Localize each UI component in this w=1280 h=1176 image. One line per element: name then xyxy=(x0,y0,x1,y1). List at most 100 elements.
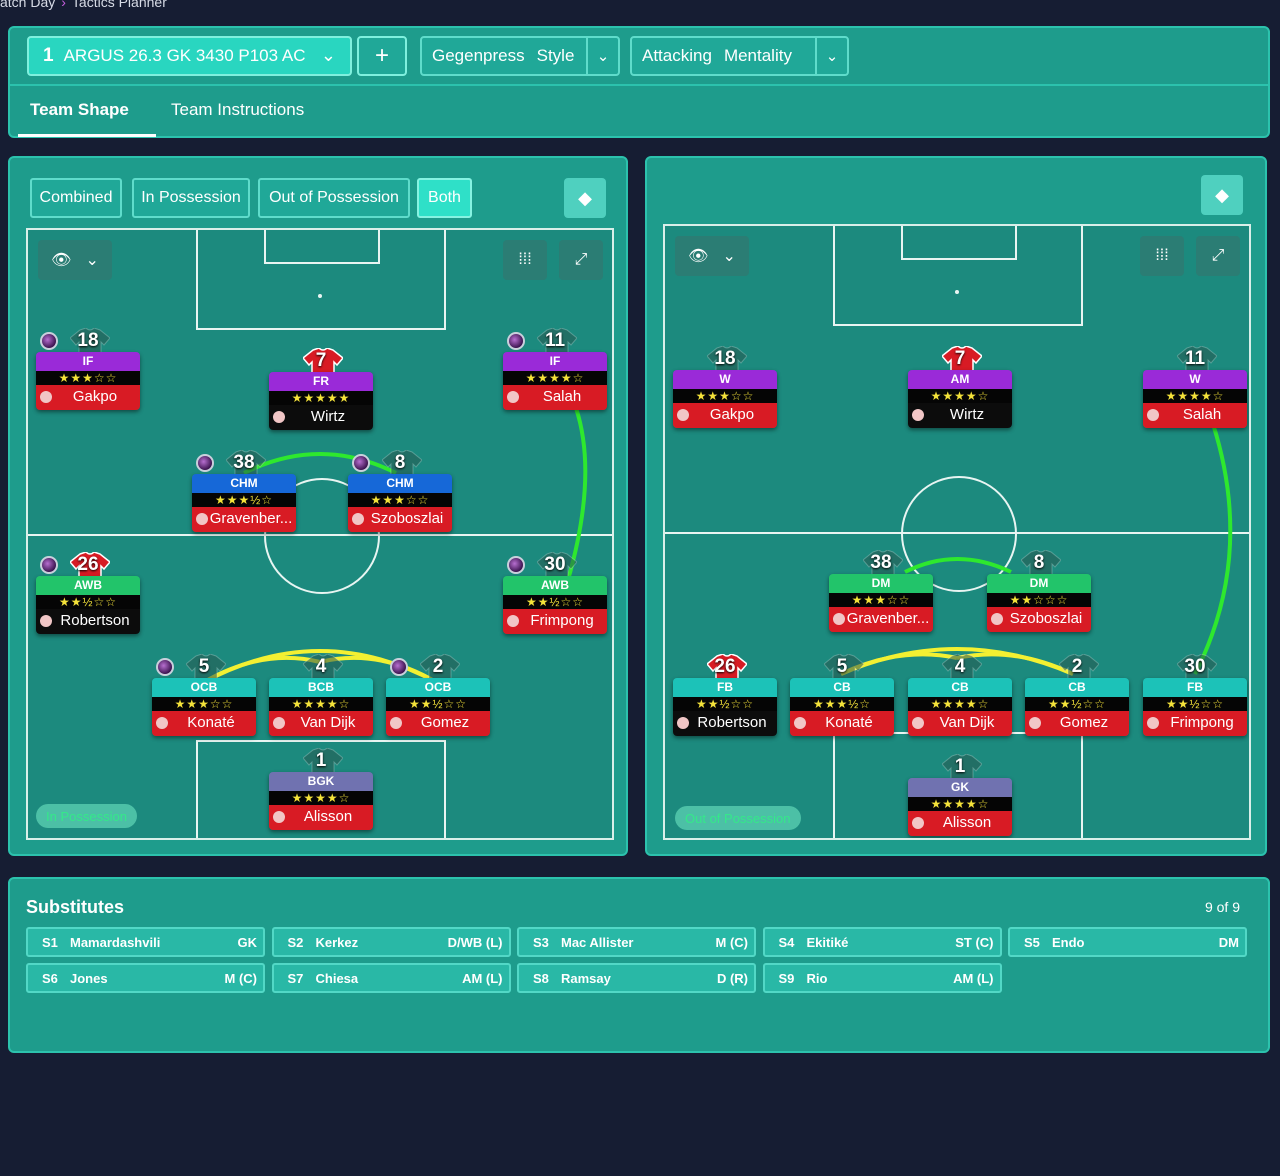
toggle-both[interactable]: Both xyxy=(417,178,472,218)
chevron-down-icon[interactable]: ⌄ xyxy=(586,38,618,74)
player-card-body: IF ★★★☆☆ Gakpo xyxy=(36,352,140,410)
mentality-dropdown[interactable]: Attacking Mentality ⌄ xyxy=(630,36,849,76)
player-card-wirtz[interactable]: 7 AM ★★★★☆ Wirtz xyxy=(908,346,1012,428)
player-card-alisson[interactable]: 1 BGK ★★★★☆ Alisson xyxy=(269,748,373,830)
player-card-vandijk[interactable]: 4 CB ★★★★☆ Van Dijk xyxy=(908,654,1012,736)
player-name-bar: Alisson xyxy=(269,805,373,830)
player-name: Robertson xyxy=(60,612,130,629)
style-dropdown[interactable]: Gegenpress Style ⌄ xyxy=(420,36,620,76)
player-name-bar: Szoboszlai xyxy=(348,507,452,532)
ball-icon xyxy=(40,332,58,350)
role-rating-stars: ★★☆☆☆ xyxy=(987,593,1091,607)
player-name-bar: Wirtz xyxy=(269,405,373,430)
player-card-gakpo[interactable]: 18 IF ★★★☆☆ Gakpo xyxy=(36,328,140,410)
player-card-salah[interactable]: 11 IF ★★★★☆ Salah xyxy=(503,328,607,410)
player-name: Salah xyxy=(542,388,582,405)
role-rating-stars: ★★★☆☆ xyxy=(36,371,140,385)
substitute-position: D/WB (L) xyxy=(447,934,503,950)
player-card-robertson[interactable]: 26 AWB ★★½☆☆ Robertson xyxy=(36,552,140,634)
player-links xyxy=(840,423,1233,676)
role-rating-stars: ★★★☆☆ xyxy=(152,697,256,711)
player-card-szoboszlai[interactable]: 8 CHM ★★★☆☆ Szoboszlai xyxy=(348,450,452,532)
player-role: DM xyxy=(987,574,1091,593)
substitute-code: S9 xyxy=(778,970,795,986)
player-card-body: W ★★★☆☆ Gakpo xyxy=(673,370,777,428)
player-name-bar: Salah xyxy=(503,385,607,410)
player-name-bar: Salah xyxy=(1143,403,1247,428)
player-name: Van Dijk xyxy=(939,714,995,731)
toggle-combined[interactable]: Combined xyxy=(30,178,122,218)
player-card-salah[interactable]: 11 W ★★★★☆ Salah xyxy=(1143,346,1247,428)
toggle-in-possession[interactable]: In Possession xyxy=(132,178,250,218)
substitute-code: S2 xyxy=(287,934,304,950)
substitute-row[interactable]: S2 Kerkez D/WB (L) xyxy=(271,927,511,957)
player-card-konat[interactable]: 5 OCB ★★★☆☆ Konaté xyxy=(152,654,256,736)
breadcrumb-match-day[interactable]: atch Day xyxy=(0,0,55,10)
role-rating-stars: ★★★☆☆ xyxy=(673,389,777,403)
player-name-bar: Gomez xyxy=(1025,711,1129,736)
tab-team-instructions[interactable]: Team Instructions xyxy=(171,100,304,120)
tactic-selector[interactable]: 1 ARGUS 26.3 GK 3430 P103 AC ⌄ xyxy=(27,36,352,76)
player-card-frimpong[interactable]: 30 AWB ★★½☆☆ Frimpong xyxy=(503,552,607,634)
substitute-row[interactable]: S5 Endo DM xyxy=(1008,927,1247,957)
player-name-bar: Wirtz xyxy=(908,403,1012,428)
player-card-szoboszlai[interactable]: 8 DM ★★☆☆☆ Szoboszlai xyxy=(987,550,1091,632)
squad-number: 2 xyxy=(1071,656,1083,677)
substitute-code: S1 xyxy=(42,934,58,950)
player-card-body: CB ★★★½☆ Konaté xyxy=(790,678,894,736)
player-card-gravenber[interactable]: 38 CHM ★★★½☆ Gravenber... xyxy=(192,450,296,532)
substitute-row[interactable]: S1 Mamardashvili GK xyxy=(26,927,265,957)
player-card-gravenber[interactable]: 38 DM ★★★☆☆ Gravenber... xyxy=(829,550,933,632)
substitute-position: M (C) xyxy=(715,934,749,950)
style-label: Style xyxy=(536,46,575,65)
player-card-alisson[interactable]: 1 GK ★★★★☆ Alisson xyxy=(908,754,1012,836)
squad-number: 11 xyxy=(1184,348,1206,369)
person-icon xyxy=(1147,717,1159,729)
toggle-out-of-possession[interactable]: Out of Possession xyxy=(258,178,410,218)
role-rating-stars: ★★½☆☆ xyxy=(36,595,140,609)
player-card-robertson[interactable]: 26 FB ★★½☆☆ Robertson xyxy=(673,654,777,736)
player-card-body: CHM ★★★½☆ Gravenber... xyxy=(192,474,296,532)
player-card-body: GK ★★★★☆ Alisson xyxy=(908,778,1012,836)
person-icon xyxy=(352,513,364,525)
tab-team-shape[interactable]: Team Shape xyxy=(30,100,129,120)
substitute-row[interactable]: S7 Chiesa AM (L) xyxy=(271,963,511,993)
substitute-row[interactable]: S4 Ekitiké ST (C) xyxy=(762,927,1002,957)
ball-icon xyxy=(156,658,174,676)
role-rating-stars: ★★★☆☆ xyxy=(348,493,452,507)
player-card-gakpo[interactable]: 18 W ★★★☆☆ Gakpo xyxy=(673,346,777,428)
person-icon xyxy=(156,717,168,729)
player-card-gomez[interactable]: 2 OCB ★★½☆☆ Gomez xyxy=(386,654,490,736)
mode-label: Out of Possession xyxy=(675,806,801,830)
player-card-body: FB ★★½☆☆ Frimpong xyxy=(1143,678,1247,736)
substitute-row[interactable]: S3 Mac Allister M (C) xyxy=(517,927,756,957)
person-icon xyxy=(912,717,924,729)
player-role: W xyxy=(1143,370,1247,389)
player-name: Konaté xyxy=(187,714,235,731)
player-card-gomez[interactable]: 2 CB ★★½☆☆ Gomez xyxy=(1025,654,1129,736)
player-card-konat[interactable]: 5 CB ★★★½☆ Konaté xyxy=(790,654,894,736)
player-name-bar: Konaté xyxy=(152,711,256,736)
player-role: BCB xyxy=(269,678,373,697)
substitute-row[interactable]: S9 Rio AM (L) xyxy=(762,963,1002,993)
role-rating-stars: ★★★★☆ xyxy=(908,389,1012,403)
add-tactic-button[interactable]: + xyxy=(357,36,407,76)
player-card-body: AWB ★★½☆☆ Frimpong xyxy=(503,576,607,634)
substitute-row[interactable]: S6 Jones M (C) xyxy=(26,963,265,993)
tab-bar: Team Shape Team Instructions xyxy=(10,84,1268,138)
shirt-view-icon[interactable]: ◆ xyxy=(564,178,606,218)
player-card-wirtz[interactable]: 7 FR ★★★★★ Wirtz xyxy=(269,348,373,430)
player-card-vandijk[interactable]: 4 BCB ★★★★☆ Van Dijk xyxy=(269,654,373,736)
player-name-bar: Gravenber... xyxy=(829,607,933,632)
player-name-bar: Gravenber... xyxy=(192,507,296,532)
role-rating-stars: ★★★★☆ xyxy=(908,697,1012,711)
player-role: CB xyxy=(1025,678,1129,697)
substitute-row[interactable]: S8 Ramsay D (R) xyxy=(517,963,756,993)
person-icon xyxy=(1029,717,1041,729)
substitute-name: Mac Allister xyxy=(561,934,634,950)
player-card-frimpong[interactable]: 30 FB ★★½☆☆ Frimpong xyxy=(1143,654,1247,736)
person-icon xyxy=(390,717,402,729)
shirt-view-icon[interactable]: ◆ xyxy=(1201,175,1243,215)
chevron-down-icon[interactable]: ⌄ xyxy=(815,38,847,74)
substitute-name: Chiesa xyxy=(315,970,359,986)
